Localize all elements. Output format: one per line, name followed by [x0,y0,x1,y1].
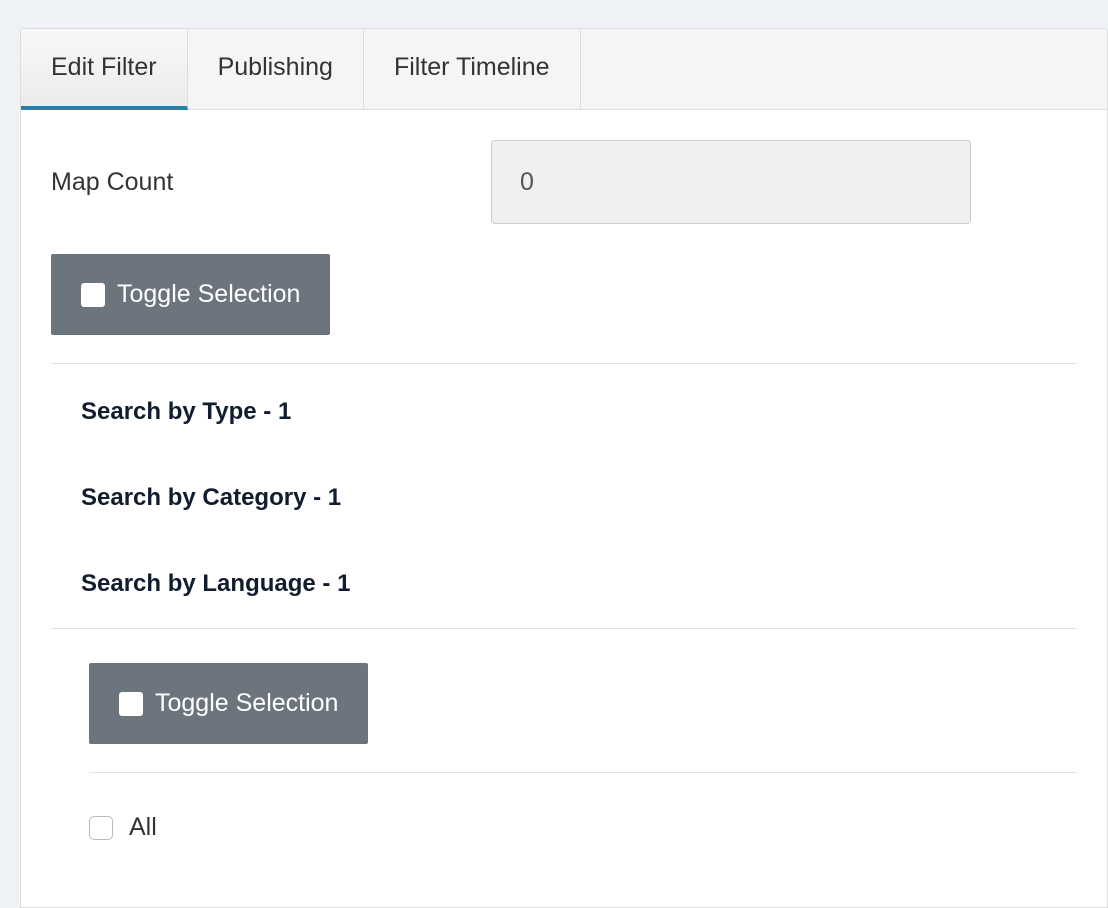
map-count-value: 0 [491,140,971,224]
inner-toggle-selection-button[interactable]: Toggle Selection [89,663,368,744]
language-inner-section: Toggle Selection All [51,663,1077,842]
filter-panel: Edit Filter Publishing Filter Timeline M… [20,28,1108,908]
map-count-label: Map Count [51,168,491,197]
divider [89,772,1077,773]
all-checkbox[interactable] [89,816,113,840]
all-checkbox-row[interactable]: All [89,813,1077,842]
search-filters-group: Search by Type - 1 Search by Category - … [51,398,1077,598]
inner-toggle-selection-label: Toggle Selection [155,689,338,718]
tab-edit-filter[interactable]: Edit Filter [21,29,188,110]
search-by-category[interactable]: Search by Category - 1 [81,484,1077,512]
toggle-selection-button[interactable]: Toggle Selection [51,254,330,335]
toggle-selection-checkbox-icon [81,283,105,307]
all-checkbox-label: All [129,813,157,842]
search-by-language[interactable]: Search by Language - 1 [81,570,1077,598]
tab-filter-timeline[interactable]: Filter Timeline [364,29,581,109]
search-by-type[interactable]: Search by Type - 1 [81,398,1077,426]
divider [51,363,1077,364]
toggle-selection-label: Toggle Selection [117,280,300,309]
divider [51,628,1077,629]
tab-bar: Edit Filter Publishing Filter Timeline [21,29,1107,110]
tab-publishing[interactable]: Publishing [188,29,364,109]
map-count-row: Map Count 0 [51,140,1077,224]
toggle-selection-checkbox-icon [119,692,143,716]
